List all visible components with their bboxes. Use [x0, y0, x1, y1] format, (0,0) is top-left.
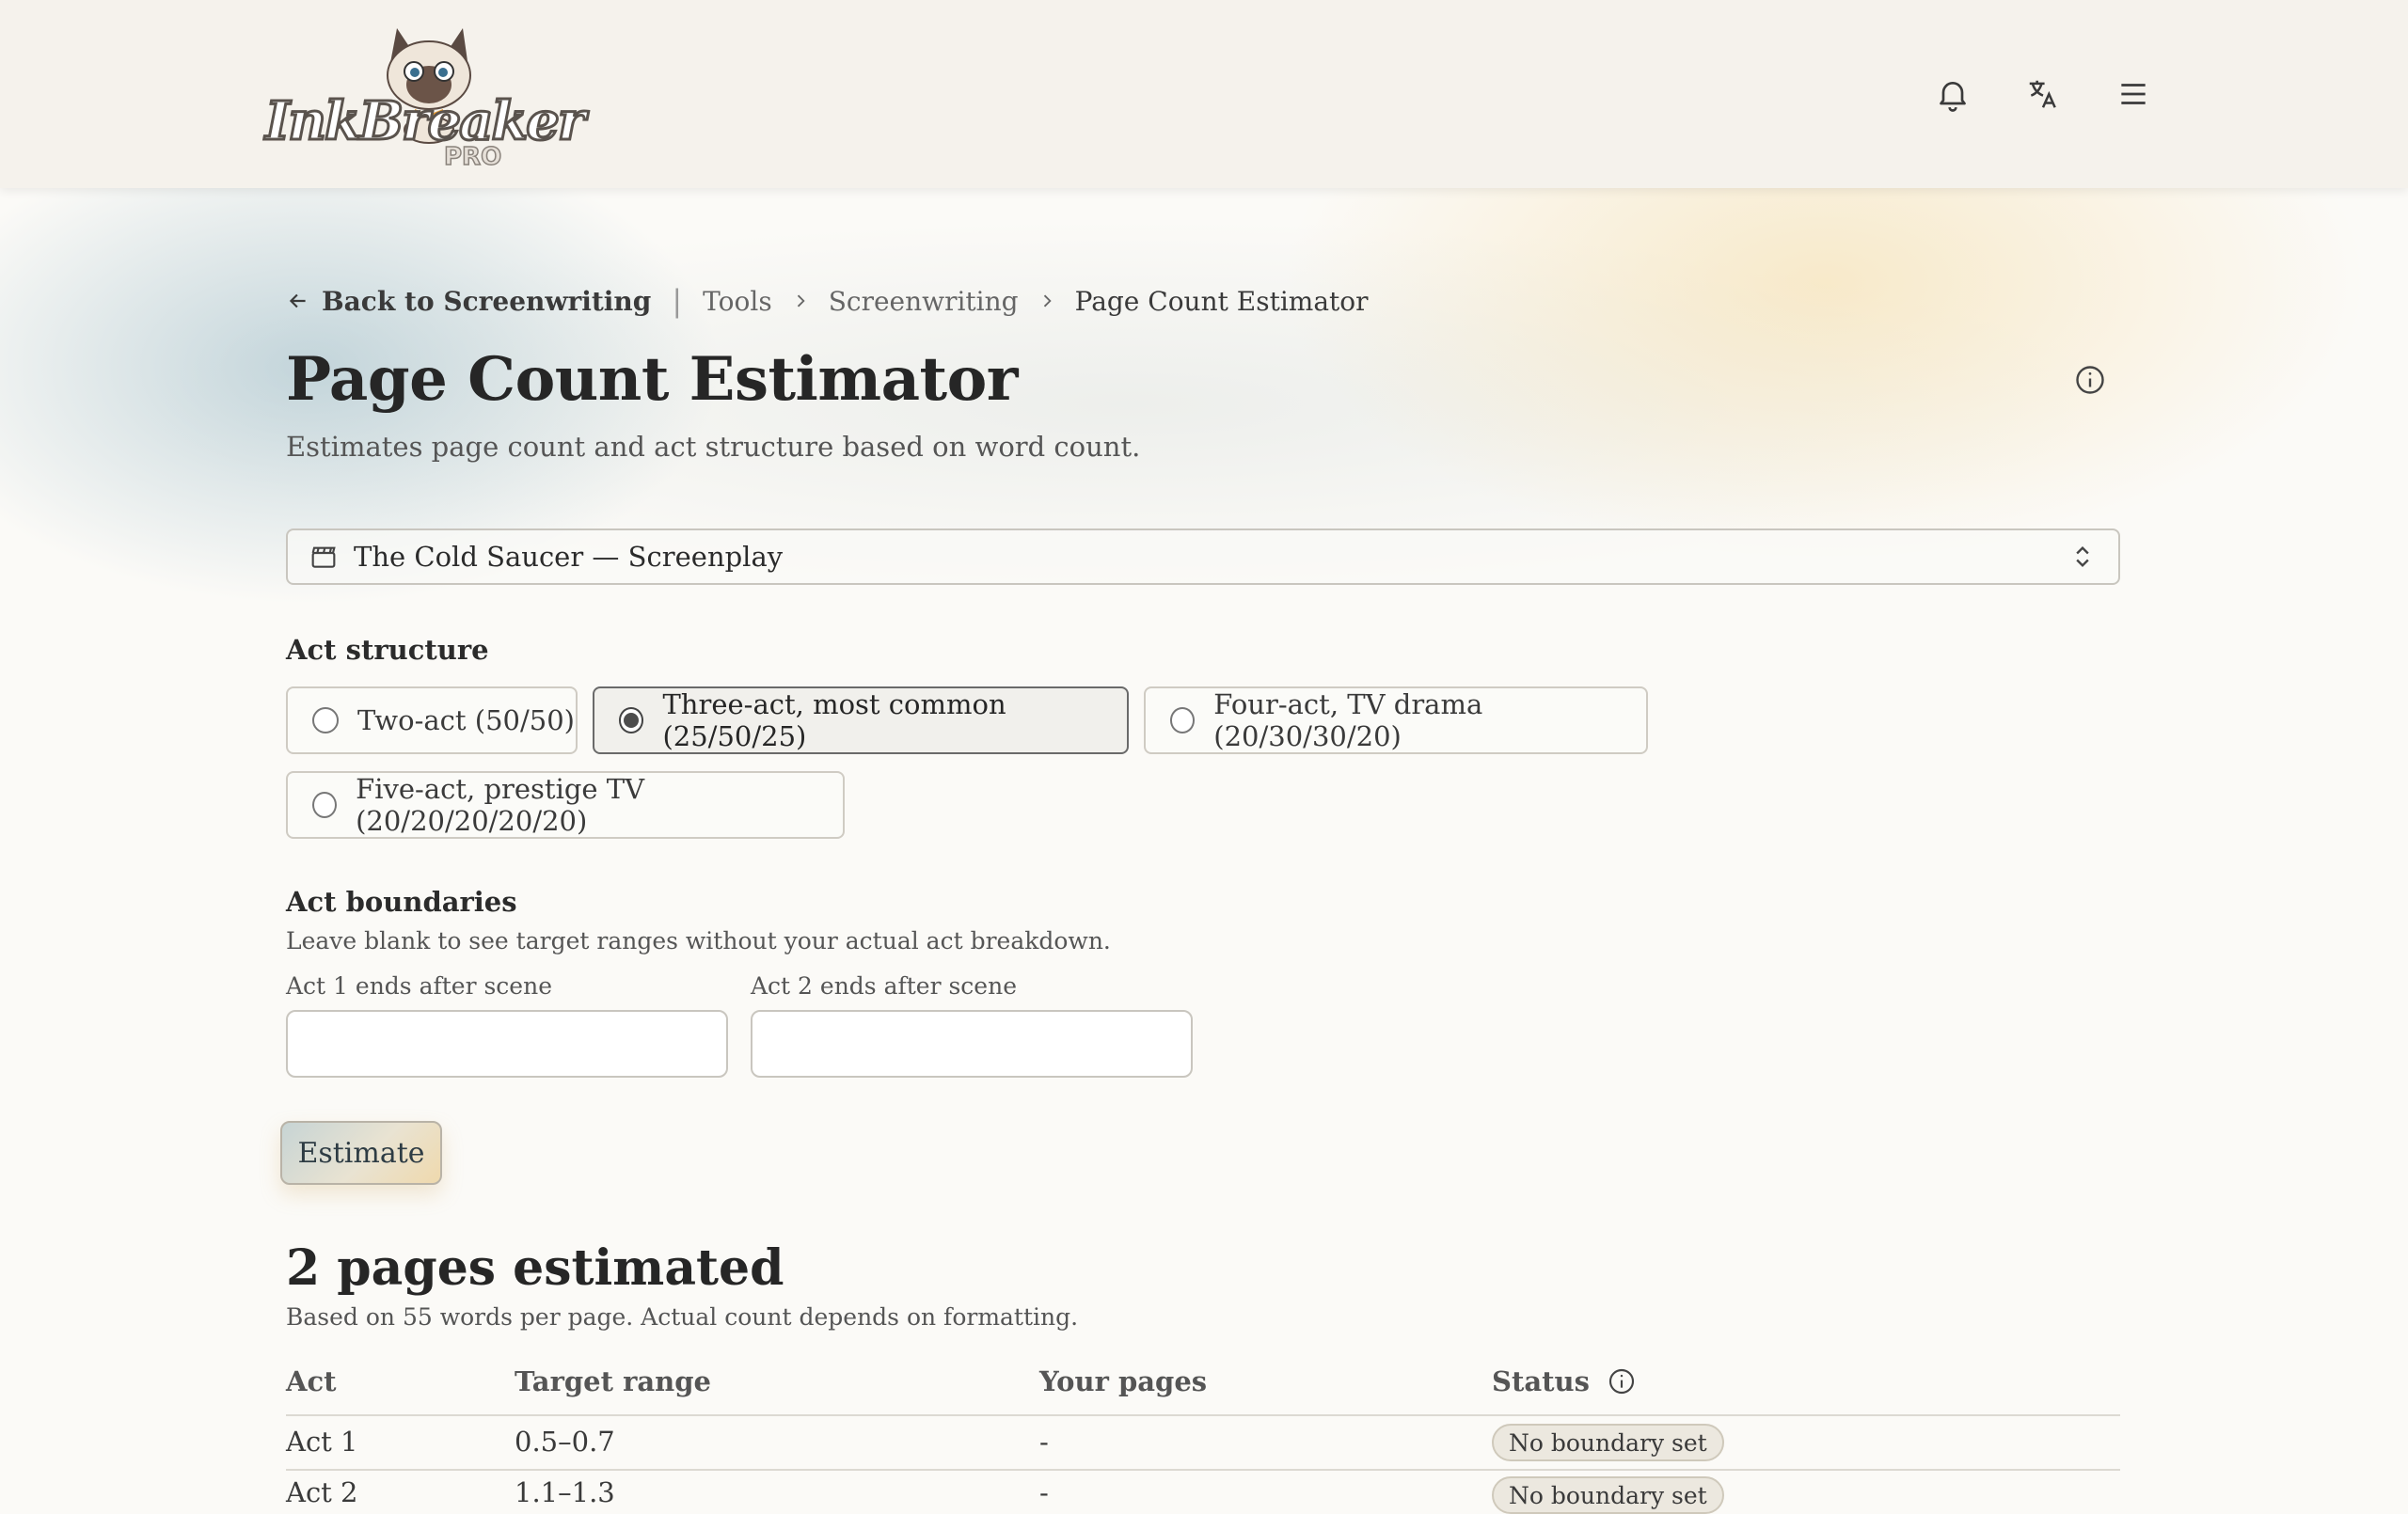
radio-circle: [1170, 707, 1196, 733]
back-link[interactable]: Back to Screenwriting: [286, 286, 651, 317]
breadcrumb-screenwriting[interactable]: Screenwriting: [829, 286, 1019, 317]
language-button[interactable]: [2017, 68, 2069, 120]
page-subtitle: Estimates page count and act structure b…: [286, 431, 1141, 463]
act-structure-label: Act structure: [286, 634, 489, 666]
menu-icon: [2121, 84, 2146, 104]
column-header-act: Act: [286, 1365, 337, 1397]
chevron-up-down-icon: [2076, 546, 2089, 567]
act-boundaries-label: Act boundaries: [286, 886, 517, 918]
column-header-status: Status: [1492, 1365, 1637, 1397]
project-select[interactable]: The Cold Saucer — Screenplay: [286, 528, 2120, 585]
radio-five-act[interactable]: Five-act, prestige TV (20/20/20/20/20): [286, 771, 845, 839]
status-badge: No boundary set: [1492, 1424, 1724, 1461]
translate-icon: [2029, 80, 2056, 108]
table-cell-target: 0.5–0.7: [515, 1426, 615, 1458]
breadcrumb-tools[interactable]: Tools: [703, 286, 772, 317]
act2-field-label: Act 2 ends after scene: [751, 972, 1017, 1000]
result-note: Based on 55 words per page. Actual count…: [286, 1303, 1079, 1331]
arrow-left-icon: [289, 293, 306, 308]
radio-circle: [312, 792, 338, 818]
table-cell-pages: -: [1039, 1476, 1049, 1508]
chevron-right-icon: [1038, 292, 1056, 310]
table-header-divider: [286, 1414, 2120, 1416]
table-cell-act: Act 2: [286, 1476, 358, 1508]
column-header-pages: Your pages: [1039, 1365, 1208, 1397]
info-icon[interactable]: [1607, 1366, 1637, 1396]
info-button[interactable]: [2073, 363, 2107, 397]
project-select-value: The Cold Saucer — Screenplay: [354, 541, 784, 573]
act2-scene-input[interactable]: [751, 1010, 1193, 1078]
radio-circle-selected: [619, 707, 644, 733]
status-badge: No boundary set: [1492, 1476, 1724, 1514]
table-row-divider: [286, 1469, 2120, 1471]
table-cell-pages: -: [1039, 1426, 1049, 1458]
notifications-button[interactable]: [1926, 68, 1979, 120]
radio-label: Four-act, TV drama (20/30/30/20): [1213, 688, 1483, 752]
column-header-status-label: Status: [1492, 1365, 1590, 1397]
estimate-button[interactable]: Estimate: [280, 1121, 442, 1185]
radio-label: Five-act, prestige TV (20/20/20/20/20): [356, 773, 645, 837]
logo-text: InkBreaker: [263, 89, 586, 154]
result-title: 2 pages estimated: [286, 1239, 784, 1297]
radio-four-act[interactable]: Four-act, TV drama (20/30/30/20): [1144, 686, 1648, 754]
clapperboard-icon: [311, 546, 336, 568]
table-cell-target: 1.1–1.3: [515, 1476, 615, 1508]
breadcrumb: Back to Screenwriting | Tools Screenwrit…: [286, 282, 1369, 320]
back-link-label: Back to Screenwriting: [322, 285, 652, 317]
logo[interactable]: InkBreaker PRO: [260, 19, 587, 179]
column-header-target: Target range: [515, 1365, 711, 1397]
page-title: Page Count Estimator: [286, 344, 1019, 415]
radio-circle: [312, 707, 339, 733]
table-cell-act: Act 1: [286, 1426, 358, 1458]
top-bar: InkBreaker PRO: [0, 0, 2408, 188]
chevron-right-icon: [791, 292, 810, 310]
bell-icon: [1940, 82, 1966, 112]
breadcrumb-current: Page Count Estimator: [1074, 285, 1369, 317]
radio-three-act[interactable]: Three-act, most common (25/50/25): [593, 686, 1129, 754]
breadcrumb-separator: |: [672, 283, 683, 319]
main-menu-button[interactable]: [2107, 68, 2160, 120]
act1-scene-input[interactable]: [286, 1010, 728, 1078]
logo-subtext: PRO: [443, 142, 502, 172]
radio-label: Two-act (50/50): [357, 704, 575, 736]
radio-label: Three-act, most common (25/50/25): [662, 688, 1006, 752]
radio-two-act[interactable]: Two-act (50/50): [286, 686, 578, 754]
act-boundaries-help: Leave blank to see target ranges without…: [286, 927, 1111, 954]
info-icon: [2076, 366, 2104, 394]
act1-field-label: Act 1 ends after scene: [286, 972, 552, 1000]
